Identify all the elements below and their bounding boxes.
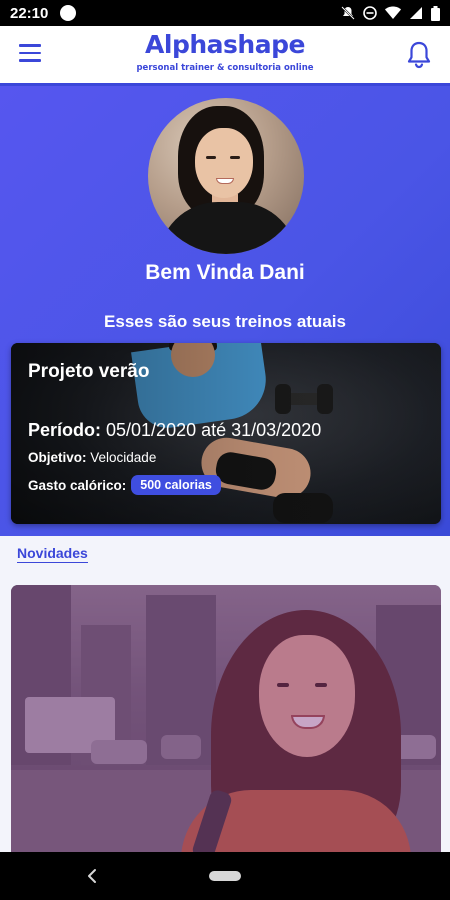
battery-icon bbox=[431, 5, 440, 21]
workout-period: Período: 05/01/2020 até 31/03/2020 bbox=[28, 420, 321, 441]
workout-calories: Gasto calórico: 500 calorias bbox=[28, 475, 221, 495]
objective-value: Velocidade bbox=[86, 450, 157, 465]
objective-label: Objetivo: bbox=[28, 450, 87, 465]
brand-title: Alphashape bbox=[145, 30, 305, 59]
status-icons bbox=[341, 5, 440, 21]
news-link[interactable]: Novidades bbox=[17, 545, 88, 563]
welcome-heading: Bem Vinda Dani bbox=[145, 261, 305, 284]
avatar bbox=[148, 98, 304, 254]
news-card[interactable] bbox=[11, 585, 441, 855]
hero-section: Bem Vinda Dani Esses são seus treinos at… bbox=[0, 86, 450, 536]
back-triangle-icon[interactable] bbox=[84, 868, 100, 884]
status-time: 22:10 bbox=[10, 4, 49, 22]
notification-dot-icon bbox=[60, 5, 77, 21]
app-bar: Alphashape personal trainer & consultori… bbox=[0, 26, 450, 86]
current-workouts-heading: Esses são seus treinos atuais bbox=[104, 312, 346, 331]
home-pill-icon[interactable] bbox=[209, 871, 241, 881]
bell-off-icon bbox=[341, 6, 355, 20]
period-label: Período: bbox=[28, 420, 102, 440]
signal-icon bbox=[410, 7, 422, 19]
workout-objective: Objetivo: Velocidade bbox=[28, 450, 156, 465]
calories-badge: 500 calorias bbox=[131, 475, 221, 495]
status-bar: 22:10 bbox=[0, 0, 450, 26]
brand-subtitle: personal trainer & consultoria online bbox=[136, 63, 314, 73]
workout-title: Projeto verão bbox=[28, 361, 150, 382]
system-nav-bar bbox=[0, 852, 450, 900]
workout-card[interactable]: Projeto verão Período: 05/01/2020 até 31… bbox=[11, 343, 441, 524]
calories-label: Gasto calórico: bbox=[28, 477, 127, 493]
bell-icon[interactable] bbox=[406, 40, 432, 70]
wifi-icon bbox=[385, 6, 401, 19]
brand-logo: Alphashape personal trainer & consultori… bbox=[0, 30, 450, 74]
do-not-disturb-icon bbox=[363, 6, 377, 20]
period-value: 05/01/2020 até 31/03/2020 bbox=[101, 420, 322, 440]
